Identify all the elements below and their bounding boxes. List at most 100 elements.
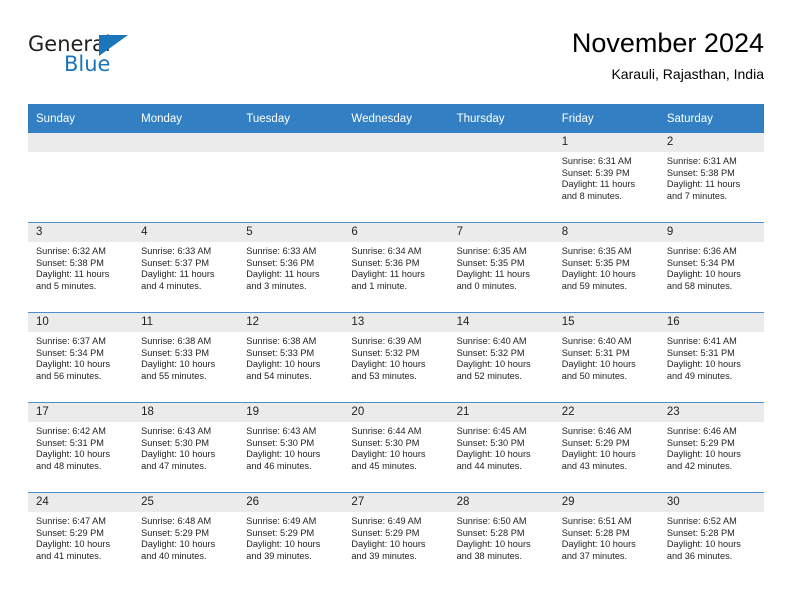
daylight-text: Daylight: 10 hours and 53 minutes.	[351, 359, 426, 381]
calendar-day-cell[interactable]: 5 Sunrise: 6:33 AM Sunset: 5:36 PM Daylight…	[238, 222, 344, 313]
calendar-day-cell[interactable]: 19 Sunrise: 6:43 AM Sunset: 5:30 PM Dayligh…	[238, 402, 344, 493]
sunrise-text: Sunrise: 6:47 AM	[36, 516, 106, 526]
sunrise-text: Sunrise: 6:40 AM	[561, 336, 632, 346]
calendar-day-cell[interactable]: 12 Sunrise: 6:38 AM Sunset: 5:33 PM Dayligh…	[238, 312, 344, 403]
daylight-text: Daylight: 10 hours and 42 minutes.	[666, 449, 741, 471]
day-details: Sunrise: 6:31 AM Sunset: 5:38 PM Daylight:…	[659, 152, 764, 202]
day-number: 25	[133, 493, 239, 512]
calendar-day-cell[interactable]: 16 Sunrise: 6:41 AM Sunset: 5:31 PM Dayligh…	[658, 312, 764, 403]
day-details: Sunrise: 6:42 AM Sunset: 5:31 PM Daylight:…	[28, 422, 133, 472]
sunset-text: Sunset: 5:29 PM	[666, 437, 735, 448]
daylight-text: Daylight: 10 hours and 44 minutes.	[456, 449, 531, 471]
day-number: 20	[343, 403, 449, 422]
sunset-text: Sunset: 5:33 PM	[141, 347, 210, 358]
day-number: 21	[448, 403, 554, 422]
day-details: Sunrise: 6:35 AM Sunset: 5:35 PM Daylight:…	[554, 242, 659, 292]
sunrise-text: Sunrise: 6:31 AM	[561, 156, 632, 166]
day-number	[343, 133, 449, 152]
sunrise-text: Sunrise: 6:43 AM	[141, 426, 212, 436]
calendar-day-cell[interactable]: 11 Sunrise: 6:38 AM Sunset: 5:33 PM Dayligh…	[133, 312, 239, 403]
daylight-text: Daylight: 11 hours and 8 minutes.	[561, 179, 636, 201]
calendar-day-cell[interactable]: 21 Sunrise: 6:45 AM Sunset: 5:30 PM Dayligh…	[448, 402, 554, 493]
calendar-day-cell[interactable]: 23 Sunrise: 6:46 AM Sunset: 5:29 PM Dayligh…	[658, 402, 764, 493]
calendar-day-cell[interactable]: 2 Sunrise: 6:31 AM Sunset: 5:38 PM Daylight…	[658, 133, 764, 223]
calendar-day-cell[interactable]: 26 Sunrise: 6:49 AM Sunset: 5:29 PM Dayligh…	[238, 492, 344, 582]
calendar-day-cell[interactable]: 17 Sunrise: 6:42 AM Sunset: 5:31 PM Dayligh…	[28, 402, 134, 493]
calendar-day-cell[interactable]: 6 Sunrise: 6:34 AM Sunset: 5:36 PM Daylight…	[343, 222, 449, 313]
day-number: 7	[448, 223, 554, 242]
sunrise-text: Sunrise: 6:36 AM	[666, 246, 737, 256]
day-number: 15	[553, 313, 659, 332]
sunset-text: Sunset: 5:36 PM	[351, 257, 420, 268]
calendar-day-cell[interactable]: 13 Sunrise: 6:39 AM Sunset: 5:32 PM Dayligh…	[343, 312, 449, 403]
calendar-day-cell[interactable]: 25 Sunrise: 6:48 AM Sunset: 5:29 PM Dayligh…	[133, 492, 239, 582]
sunset-text: Sunset: 5:28 PM	[561, 527, 630, 538]
calendar-day-cell[interactable]: 18 Sunrise: 6:43 AM Sunset: 5:30 PM Dayligh…	[133, 402, 239, 493]
calendar-day-cell[interactable]: 9 Sunrise: 6:36 AM Sunset: 5:34 PM Daylight…	[658, 222, 764, 313]
calendar-week-row: 1 Sunrise: 6:31 AM Sunset: 5:39 PM Daylight…	[28, 133, 764, 223]
calendar-day-cell[interactable]: 7 Sunrise: 6:35 AM Sunset: 5:35 PM Daylight…	[448, 222, 554, 313]
weekday-header-tuesday: Tuesday	[238, 104, 344, 133]
calendar-day-cell[interactable]: 10 Sunrise: 6:37 AM Sunset: 5:34 PM Dayligh…	[28, 312, 134, 403]
calendar-day-cell[interactable]: 22 Sunrise: 6:46 AM Sunset: 5:29 PM Dayligh…	[553, 402, 659, 493]
daylight-text: Daylight: 10 hours and 39 minutes.	[246, 539, 321, 561]
calendar-day-cell[interactable]: 15 Sunrise: 6:40 AM Sunset: 5:31 PM Dayligh…	[553, 312, 659, 403]
sunrise-text: Sunrise: 6:43 AM	[246, 426, 317, 436]
brand-blue-text: Blue	[64, 52, 111, 76]
day-number: 5	[238, 223, 344, 242]
sunset-text: Sunset: 5:30 PM	[141, 437, 210, 448]
day-details: Sunrise: 6:38 AM Sunset: 5:33 PM Daylight:…	[133, 332, 238, 382]
sunrise-text: Sunrise: 6:51 AM	[561, 516, 632, 526]
calendar-week-row: 24 Sunrise: 6:47 AM Sunset: 5:29 PM Dayligh…	[28, 492, 764, 582]
calendar-day-cell[interactable]: 30 Sunrise: 6:52 AM Sunset: 5:28 PM Dayligh…	[658, 492, 764, 582]
calendar-day-cell[interactable]: 27 Sunrise: 6:49 AM Sunset: 5:29 PM Dayligh…	[343, 492, 449, 582]
calendar-day-cell[interactable]: 20 Sunrise: 6:44 AM Sunset: 5:30 PM Dayligh…	[343, 402, 449, 493]
calendar-day-cell[interactable]: 8 Sunrise: 6:35 AM Sunset: 5:35 PM Daylight…	[553, 222, 659, 313]
sunrise-text: Sunrise: 6:49 AM	[246, 516, 317, 526]
daylight-text: Daylight: 10 hours and 41 minutes.	[36, 539, 111, 561]
daylight-text: Daylight: 10 hours and 50 minutes.	[561, 359, 636, 381]
sunset-text: Sunset: 5:32 PM	[456, 347, 525, 358]
day-details: Sunrise: 6:47 AM Sunset: 5:29 PM Daylight:…	[28, 512, 133, 562]
sunrise-text: Sunrise: 6:46 AM	[561, 426, 632, 436]
sunrise-text: Sunrise: 6:41 AM	[666, 336, 737, 346]
daylight-text: Daylight: 11 hours and 5 minutes.	[36, 269, 110, 291]
sunrise-text: Sunrise: 6:52 AM	[666, 516, 737, 526]
day-number: 22	[553, 403, 659, 422]
calendar-week-row: 10 Sunrise: 6:37 AM Sunset: 5:34 PM Dayligh…	[28, 312, 764, 403]
day-number	[28, 133, 134, 152]
weekday-header-thursday: Thursday	[448, 104, 554, 133]
day-details: Sunrise: 6:49 AM Sunset: 5:29 PM Daylight:…	[238, 512, 343, 562]
day-details: Sunrise: 6:33 AM Sunset: 5:37 PM Daylight:…	[133, 242, 238, 292]
day-details: Sunrise: 6:50 AM Sunset: 5:28 PM Daylight:…	[449, 512, 554, 562]
sunset-text: Sunset: 5:30 PM	[351, 437, 420, 448]
day-details: Sunrise: 6:49 AM Sunset: 5:29 PM Daylight:…	[343, 512, 448, 562]
day-number: 23	[658, 403, 764, 422]
daylight-text: Daylight: 10 hours and 39 minutes.	[351, 539, 426, 561]
calendar-page: General Blue November 2024 Karauli, Raja…	[0, 0, 792, 612]
calendar-day-cell[interactable]: 1 Sunrise: 6:31 AM Sunset: 5:39 PM Daylight…	[553, 133, 659, 223]
day-number: 6	[343, 223, 449, 242]
general-blue-logo[interactable]: General Blue	[28, 32, 168, 84]
day-number: 2	[658, 133, 764, 152]
calendar-day-cell[interactable]: 24 Sunrise: 6:47 AM Sunset: 5:29 PM Dayligh…	[28, 492, 134, 582]
sunset-text: Sunset: 5:33 PM	[246, 347, 315, 358]
weekday-header-sunday: Sunday	[28, 104, 134, 133]
sunset-text: Sunset: 5:39 PM	[561, 167, 630, 178]
day-number: 24	[28, 493, 134, 512]
day-number: 11	[133, 313, 239, 332]
daylight-text: Daylight: 11 hours and 1 minute.	[351, 269, 425, 291]
day-details: Sunrise: 6:32 AM Sunset: 5:38 PM Daylight:…	[28, 242, 133, 292]
sunset-text: Sunset: 5:38 PM	[36, 257, 104, 268]
calendar-day-cell[interactable]: 4 Sunrise: 6:33 AM Sunset: 5:37 PM Daylight…	[133, 222, 239, 313]
day-number: 8	[553, 223, 659, 242]
calendar-cell-empty	[448, 133, 554, 223]
day-details: Sunrise: 6:46 AM Sunset: 5:29 PM Daylight:…	[554, 422, 659, 472]
calendar-day-cell[interactable]: 29 Sunrise: 6:51 AM Sunset: 5:28 PM Dayligh…	[553, 492, 659, 582]
calendar-day-cell[interactable]: 28 Sunrise: 6:50 AM Sunset: 5:28 PM Dayligh…	[448, 492, 554, 582]
day-number: 13	[343, 313, 449, 332]
calendar-day-cell[interactable]: 3 Sunrise: 6:32 AM Sunset: 5:38 PM Daylight…	[28, 222, 134, 313]
calendar-day-cell[interactable]: 14 Sunrise: 6:40 AM Sunset: 5:32 PM Dayligh…	[448, 312, 554, 403]
sunset-text: Sunset: 5:35 PM	[561, 257, 630, 268]
day-details: Sunrise: 6:31 AM Sunset: 5:39 PM Daylight:…	[554, 152, 659, 202]
